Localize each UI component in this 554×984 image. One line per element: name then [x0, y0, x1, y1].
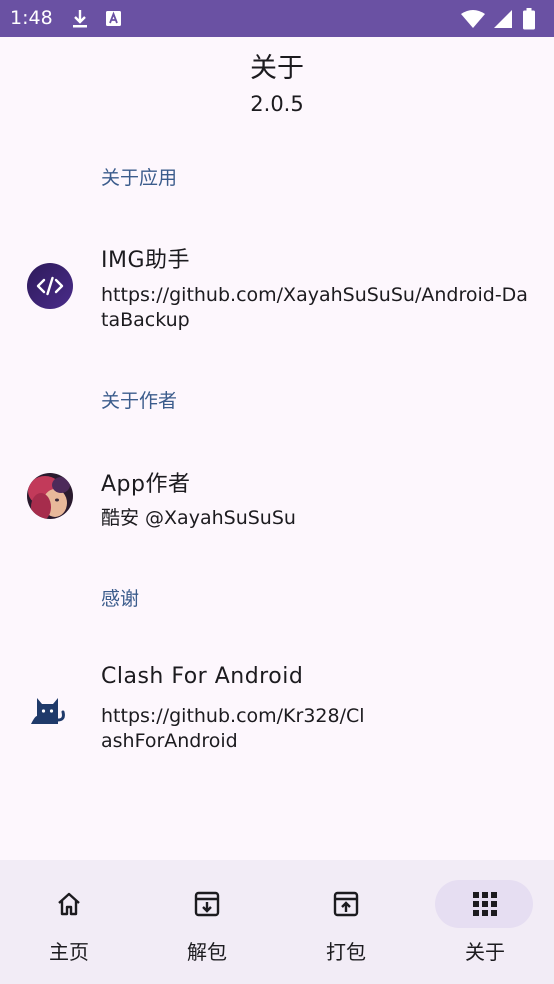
nav-item-home[interactable]: 主页: [0, 860, 138, 984]
item-title: Clash For Android: [101, 664, 304, 689]
apps-grid-icon: [473, 892, 497, 916]
item-title: IMG助手: [101, 248, 191, 273]
nav-label: 解包: [187, 940, 227, 964]
font-a-icon: [106, 11, 121, 26]
list-item-author[interactable]: App作者 酷安 @XayahSuSuSu: [0, 456, 554, 540]
status-bar: 1:48: [0, 0, 554, 37]
header: 关于 2.0.5: [0, 52, 554, 118]
battery-icon: [523, 8, 535, 30]
nav-item-pack[interactable]: 打包: [277, 860, 415, 984]
signal-icon: [494, 10, 512, 28]
item-subtitle-link: https://github.com/Kr328/ClashForAndroid: [101, 705, 365, 752]
section-title-about-author: 关于作者: [101, 390, 178, 412]
code-brackets-icon: [27, 263, 73, 309]
nav-item-unpack[interactable]: 解包: [138, 860, 276, 984]
archive-up-icon: [333, 891, 359, 917]
page-title: 关于: [250, 53, 304, 84]
author-avatar: [27, 473, 73, 519]
wifi-icon: [461, 10, 485, 28]
item-title: App作者: [101, 472, 191, 497]
nav-label: 打包: [326, 940, 366, 964]
bottom-navigation: 主页 解包 打包 关于: [0, 860, 554, 984]
item-subtitle: 酷安 @XayahSuSuSu: [101, 507, 296, 529]
cat-icon: [31, 698, 65, 724]
status-right-icons: [460, 8, 544, 30]
download-icon: [73, 10, 87, 28]
status-time: 1:48: [10, 7, 53, 29]
app-version: 2.0.5: [250, 92, 304, 116]
archive-down-icon: [194, 891, 220, 917]
section-title-about-app: 关于应用: [101, 167, 178, 189]
list-item-clash[interactable]: Clash For Android https://github.com/Kr3…: [0, 654, 554, 764]
nav-item-about[interactable]: 关于: [416, 860, 554, 984]
item-subtitle-link: https://github.com/XayahSuSuSu/Android-D…: [101, 284, 528, 331]
list-item-img-helper[interactable]: IMG助手 https://github.com/XayahSuSuSu/And…: [0, 232, 554, 342]
section-title-thanks: 感谢: [101, 588, 140, 610]
nav-label: 主页: [49, 940, 89, 964]
nav-label: 关于: [465, 940, 505, 964]
home-icon: [58, 892, 80, 916]
